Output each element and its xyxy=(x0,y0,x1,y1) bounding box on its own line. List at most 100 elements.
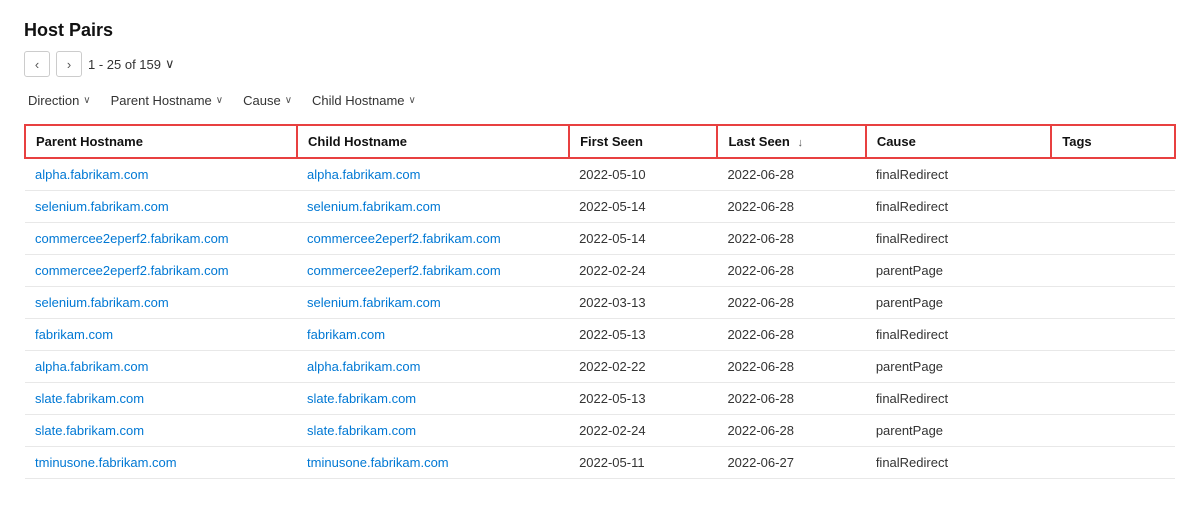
parent-cell: selenium.fabrikam.com xyxy=(25,191,297,223)
parent-cell: alpha.fabrikam.com xyxy=(25,351,297,383)
last-seen-cell: 2022-06-27 xyxy=(717,447,865,479)
child-hostname-link[interactable]: commercee2eperf2.fabrikam.com xyxy=(307,231,501,246)
child-cell: alpha.fabrikam.com xyxy=(297,351,569,383)
cause-cell: parentPage xyxy=(866,351,1051,383)
tags-cell xyxy=(1051,223,1175,255)
child-cell: tminusone.fabrikam.com xyxy=(297,447,569,479)
tags-cell xyxy=(1051,415,1175,447)
parent-hostname-link[interactable]: alpha.fabrikam.com xyxy=(35,359,148,374)
last-seen-sort-icon: ↓ xyxy=(797,137,803,149)
first-seen-cell: 2022-05-10 xyxy=(569,158,717,191)
table-row: slate.fabrikam.com slate.fabrikam.com 20… xyxy=(25,383,1175,415)
filter-bar: Direction ∨ Parent Hostname ∨ Cause ∨ Child… xyxy=(24,91,1176,110)
tags-cell xyxy=(1051,158,1175,191)
child-cell: fabrikam.com xyxy=(297,319,569,351)
parent-cell: slate.fabrikam.com xyxy=(25,383,297,415)
first-seen-cell: 2022-02-24 xyxy=(569,255,717,287)
first-seen-cell: 2022-05-14 xyxy=(569,191,717,223)
cause-cell: parentPage xyxy=(866,287,1051,319)
col-last-seen[interactable]: Last Seen ↓ xyxy=(717,125,865,158)
parent-hostname-link[interactable]: alpha.fabrikam.com xyxy=(35,167,148,182)
child-hostname-link[interactable]: tminusone.fabrikam.com xyxy=(307,455,449,470)
parent-hostname-link[interactable]: commercee2eperf2.fabrikam.com xyxy=(35,263,229,278)
chevron-child-hostname-icon: ∨ xyxy=(409,95,416,106)
parent-hostname-link[interactable]: commercee2eperf2.fabrikam.com xyxy=(35,231,229,246)
child-hostname-link[interactable]: selenium.fabrikam.com xyxy=(307,199,441,214)
table-row: selenium.fabrikam.com selenium.fabrikam.… xyxy=(25,191,1175,223)
first-seen-cell: 2022-05-13 xyxy=(569,319,717,351)
child-hostname-link[interactable]: alpha.fabrikam.com xyxy=(307,167,420,182)
chevron-parent-hostname-icon: ∨ xyxy=(216,95,223,106)
col-cause[interactable]: Cause xyxy=(866,125,1051,158)
child-hostname-link[interactable]: selenium.fabrikam.com xyxy=(307,295,441,310)
child-hostname-link[interactable]: alpha.fabrikam.com xyxy=(307,359,420,374)
cause-cell: parentPage xyxy=(866,255,1051,287)
page-title: Host Pairs xyxy=(24,20,1176,41)
parent-hostname-link[interactable]: selenium.fabrikam.com xyxy=(35,199,169,214)
filter-cause-button[interactable]: Cause ∨ xyxy=(239,91,296,110)
table-row: commercee2eperf2.fabrikam.com commercee2… xyxy=(25,223,1175,255)
filter-child-hostname-button[interactable]: Child Hostname ∨ xyxy=(308,91,420,110)
col-parent-hostname[interactable]: Parent Hostname xyxy=(25,125,297,158)
tags-cell xyxy=(1051,351,1175,383)
child-cell: alpha.fabrikam.com xyxy=(297,158,569,191)
child-hostname-link[interactable]: slate.fabrikam.com xyxy=(307,423,416,438)
first-seen-cell: 2022-02-22 xyxy=(569,351,717,383)
parent-cell: slate.fabrikam.com xyxy=(25,415,297,447)
parent-cell: commercee2eperf2.fabrikam.com xyxy=(25,223,297,255)
parent-hostname-link[interactable]: slate.fabrikam.com xyxy=(35,423,144,438)
first-seen-cell: 2022-05-11 xyxy=(569,447,717,479)
next-page-button[interactable]: › xyxy=(56,51,82,77)
table-row: commercee2eperf2.fabrikam.com commercee2… xyxy=(25,255,1175,287)
last-seen-cell: 2022-06-28 xyxy=(717,415,865,447)
table-row: fabrikam.com fabrikam.com 2022-05-13 202… xyxy=(25,319,1175,351)
last-seen-cell: 2022-06-28 xyxy=(717,319,865,351)
child-hostname-link[interactable]: slate.fabrikam.com xyxy=(307,391,416,406)
parent-cell: tminusone.fabrikam.com xyxy=(25,447,297,479)
last-seen-cell: 2022-06-28 xyxy=(717,383,865,415)
prev-page-button[interactable]: ‹ xyxy=(24,51,50,77)
parent-cell: selenium.fabrikam.com xyxy=(25,287,297,319)
filter-direction-button[interactable]: Direction ∨ xyxy=(24,91,95,110)
host-pairs-table: Parent Hostname Child Hostname First See… xyxy=(24,124,1176,479)
last-seen-cell: 2022-06-28 xyxy=(717,255,865,287)
tags-cell xyxy=(1051,319,1175,351)
pagination-range[interactable]: 1 - 25 of 159 ∨ xyxy=(88,56,175,72)
child-cell: slate.fabrikam.com xyxy=(297,383,569,415)
first-seen-cell: 2022-05-13 xyxy=(569,383,717,415)
child-cell: commercee2eperf2.fabrikam.com xyxy=(297,255,569,287)
table-row: selenium.fabrikam.com selenium.fabrikam.… xyxy=(25,287,1175,319)
parent-hostname-link[interactable]: selenium.fabrikam.com xyxy=(35,295,169,310)
table-row: slate.fabrikam.com slate.fabrikam.com 20… xyxy=(25,415,1175,447)
filter-parent-hostname-button[interactable]: Parent Hostname ∨ xyxy=(107,91,228,110)
table-row: alpha.fabrikam.com alpha.fabrikam.com 20… xyxy=(25,351,1175,383)
col-tags[interactable]: Tags xyxy=(1051,125,1175,158)
cause-cell: finalRedirect xyxy=(866,447,1051,479)
first-seen-cell: 2022-03-13 xyxy=(569,287,717,319)
table-body: alpha.fabrikam.com alpha.fabrikam.com 20… xyxy=(25,158,1175,479)
parent-hostname-link[interactable]: tminusone.fabrikam.com xyxy=(35,455,177,470)
child-hostname-link[interactable]: commercee2eperf2.fabrikam.com xyxy=(307,263,501,278)
table-header: Parent Hostname Child Hostname First See… xyxy=(25,125,1175,158)
table-row: alpha.fabrikam.com alpha.fabrikam.com 20… xyxy=(25,158,1175,191)
child-cell: commercee2eperf2.fabrikam.com xyxy=(297,223,569,255)
child-cell: selenium.fabrikam.com xyxy=(297,287,569,319)
chevron-cause-icon: ∨ xyxy=(285,95,292,106)
tags-cell xyxy=(1051,447,1175,479)
col-first-seen[interactable]: First Seen xyxy=(569,125,717,158)
tags-cell xyxy=(1051,191,1175,223)
tags-cell xyxy=(1051,383,1175,415)
last-seen-cell: 2022-06-28 xyxy=(717,287,865,319)
parent-hostname-link[interactable]: slate.fabrikam.com xyxy=(35,391,144,406)
child-hostname-link[interactable]: fabrikam.com xyxy=(307,327,385,342)
last-seen-cell: 2022-06-28 xyxy=(717,351,865,383)
cause-cell: finalRedirect xyxy=(866,158,1051,191)
parent-cell: commercee2eperf2.fabrikam.com xyxy=(25,255,297,287)
col-child-hostname[interactable]: Child Hostname xyxy=(297,125,569,158)
cause-cell: finalRedirect xyxy=(866,223,1051,255)
parent-hostname-link[interactable]: fabrikam.com xyxy=(35,327,113,342)
child-cell: slate.fabrikam.com xyxy=(297,415,569,447)
first-seen-cell: 2022-05-14 xyxy=(569,223,717,255)
pagination-chevron-icon: ∨ xyxy=(165,56,175,72)
tags-cell xyxy=(1051,287,1175,319)
